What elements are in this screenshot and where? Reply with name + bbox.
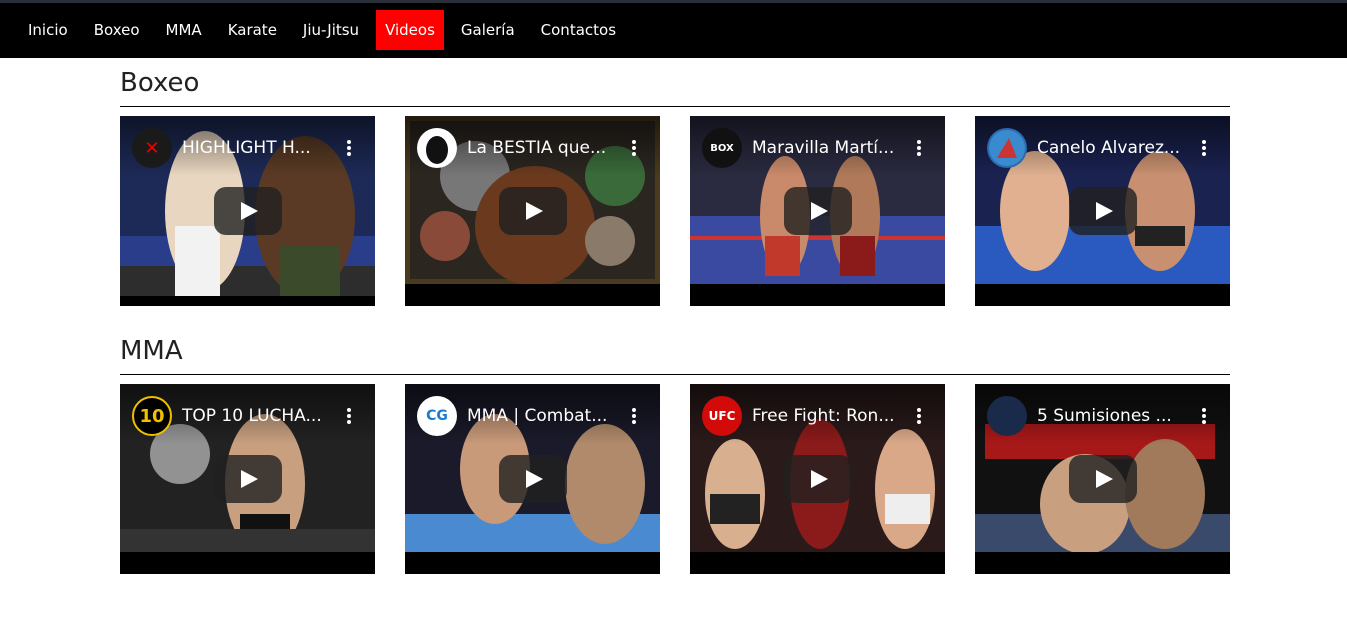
more-options-icon[interactable]	[346, 408, 352, 426]
play-button-icon[interactable]	[499, 455, 567, 503]
channel-avatar[interactable]: 10	[132, 396, 172, 436]
play-button-icon[interactable]	[214, 455, 282, 503]
video-title[interactable]: MMA | Combat...	[467, 404, 617, 428]
play-button-icon[interactable]	[499, 187, 567, 235]
more-options-icon[interactable]	[631, 408, 637, 426]
more-options-icon[interactable]	[1201, 408, 1207, 426]
nav-link-inicio[interactable]: Inicio	[19, 10, 77, 50]
more-options-icon[interactable]	[916, 140, 922, 158]
video-title[interactable]: HIGHLIGHT H...	[182, 136, 332, 160]
video-embed[interactable]: 10 TOP 10 LUCHA...	[120, 384, 375, 574]
nav-link-contactos[interactable]: Contactos	[532, 10, 625, 50]
nav-link-boxeo[interactable]: Boxeo	[85, 10, 149, 50]
channel-avatar[interactable]	[417, 128, 457, 168]
video-title[interactable]: TOP 10 LUCHA...	[182, 404, 332, 428]
video-title[interactable]: La BESTIA que...	[467, 136, 617, 160]
more-options-icon[interactable]	[916, 408, 922, 426]
section-boxeo: Boxeo ✕ HIGHLIGHT H... La BESTIA que... …	[120, 66, 1230, 306]
section-divider	[120, 374, 1230, 375]
video-embed[interactable]: La BESTIA que...	[405, 116, 660, 306]
video-embed[interactable]: ✕ HIGHLIGHT H...	[120, 116, 375, 306]
channel-avatar[interactable]	[987, 396, 1027, 436]
video-title[interactable]: Maravilla Martí...	[752, 136, 902, 160]
section-divider	[120, 106, 1230, 107]
nav-link-mma[interactable]: MMA	[157, 10, 211, 50]
video-grid: ✕ HIGHLIGHT H... La BESTIA que... BOX Ma…	[120, 116, 1230, 306]
section-title: MMA	[120, 336, 183, 366]
play-button-icon[interactable]	[1069, 455, 1137, 503]
more-options-icon[interactable]	[631, 140, 637, 158]
nav-link-videos[interactable]: Videos	[376, 10, 444, 50]
video-title[interactable]: 5 Sumisiones ...	[1037, 404, 1187, 428]
play-button-icon[interactable]	[1069, 187, 1137, 235]
channel-avatar[interactable]: BOX	[702, 128, 742, 168]
video-embed[interactable]: UFC Free Fight: Ron...	[690, 384, 945, 574]
channel-avatar[interactable]	[987, 128, 1027, 168]
video-embed[interactable]: BOX Maravilla Martí...	[690, 116, 945, 306]
channel-avatar[interactable]: UFC	[702, 396, 742, 436]
play-button-icon[interactable]	[784, 187, 852, 235]
video-title[interactable]: Free Fight: Ron...	[752, 404, 902, 428]
channel-avatar[interactable]: ✕	[132, 128, 172, 168]
channel-avatar-icon	[989, 130, 1025, 166]
more-options-icon[interactable]	[1201, 140, 1207, 158]
play-button-icon[interactable]	[214, 187, 282, 235]
channel-avatar[interactable]: CG	[417, 396, 457, 436]
play-button-icon[interactable]	[784, 455, 852, 503]
section-title: Boxeo	[120, 68, 200, 98]
nav-link-jiu-jitsu[interactable]: Jiu-Jitsu	[294, 10, 368, 50]
more-options-icon[interactable]	[346, 140, 352, 158]
video-embed[interactable]: CG MMA | Combat...	[405, 384, 660, 574]
video-grid: 10 TOP 10 LUCHA... CG MMA | Combat... UF…	[120, 384, 1230, 574]
video-embed[interactable]: 5 Sumisiones ...	[975, 384, 1230, 574]
video-title[interactable]: Canelo Alvarez...	[1037, 136, 1187, 160]
main-nav: Inicio Boxeo MMA Karate Jiu-Jitsu Videos…	[19, 10, 633, 50]
nav-link-galeria[interactable]: Galería	[452, 10, 524, 50]
channel-avatar-icon	[426, 136, 448, 164]
section-mma: MMA 10 TOP 10 LUCHA... CG MMA | Combat..…	[120, 334, 1230, 574]
top-navigation-bar: Inicio Boxeo MMA Karate Jiu-Jitsu Videos…	[0, 0, 1347, 58]
nav-link-karate[interactable]: Karate	[219, 10, 286, 50]
video-embed[interactable]: Canelo Alvarez...	[975, 116, 1230, 306]
